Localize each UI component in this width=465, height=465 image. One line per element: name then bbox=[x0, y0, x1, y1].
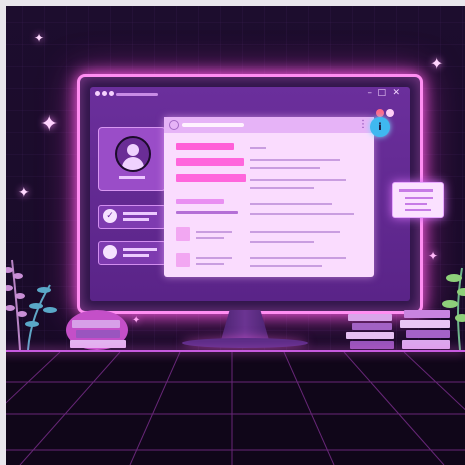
notification-line bbox=[405, 203, 427, 205]
sparkle-icon: ✦ bbox=[18, 185, 30, 201]
content-line bbox=[250, 213, 354, 215]
book bbox=[400, 320, 450, 328]
book bbox=[72, 320, 120, 328]
content-bar bbox=[176, 211, 238, 214]
content-line bbox=[250, 265, 322, 267]
content-line bbox=[250, 187, 314, 189]
content-line bbox=[196, 257, 232, 259]
book bbox=[70, 340, 126, 348]
content-bar bbox=[176, 199, 224, 204]
book bbox=[352, 323, 392, 330]
avatar-body bbox=[122, 157, 144, 170]
plant-left-icon bbox=[3, 259, 57, 350]
notification-card[interactable] bbox=[392, 182, 444, 218]
close-icon[interactable]: ✕ bbox=[392, 88, 400, 98]
sparkle-icon: ✦ bbox=[430, 54, 444, 73]
window-titlebar: – □ ✕ bbox=[90, 87, 410, 101]
book bbox=[346, 332, 394, 339]
monitor-screen: – □ ✕ ✓ ⋮ bbox=[90, 87, 410, 301]
profile-card[interactable] bbox=[98, 127, 166, 191]
window-dot[interactable] bbox=[109, 91, 114, 96]
task-card[interactable]: ✓ bbox=[98, 205, 166, 229]
window-dot[interactable] bbox=[102, 91, 107, 96]
book bbox=[76, 330, 120, 338]
monitor-base bbox=[182, 338, 308, 348]
sparkle-icon: ✦ bbox=[40, 112, 59, 137]
user-line bbox=[123, 248, 157, 251]
maximize-icon[interactable]: □ bbox=[377, 88, 386, 98]
content-line bbox=[250, 159, 340, 161]
avatar-head bbox=[127, 144, 139, 156]
sparkle-icon: ✦ bbox=[132, 315, 141, 326]
book bbox=[402, 340, 450, 349]
browser-toolbar: ⋮ bbox=[164, 117, 374, 133]
browser-panel: ⋮ bbox=[164, 117, 374, 277]
status-badge[interactable] bbox=[376, 109, 384, 117]
menu-icon[interactable]: ⋮ bbox=[358, 119, 368, 130]
content-line bbox=[196, 231, 232, 233]
task-line bbox=[123, 218, 149, 221]
task-line bbox=[123, 212, 157, 215]
book bbox=[348, 314, 392, 321]
info-icon[interactable]: i bbox=[370, 117, 390, 137]
titlebar-bar bbox=[116, 93, 158, 96]
content-square bbox=[176, 253, 190, 267]
content-line bbox=[250, 231, 340, 233]
notification-line bbox=[405, 209, 431, 211]
user-icon bbox=[103, 245, 117, 259]
floor-grid bbox=[0, 352, 465, 465]
address-bar[interactable] bbox=[182, 123, 244, 127]
sparkle-icon: ✦ bbox=[34, 31, 45, 45]
monitor: – □ ✕ ✓ ⋮ i bbox=[77, 74, 423, 314]
content-line bbox=[250, 257, 346, 259]
user-line bbox=[123, 254, 149, 257]
content-bar bbox=[176, 158, 244, 166]
content-line bbox=[250, 179, 346, 181]
profile-name-line bbox=[119, 176, 145, 179]
illustration-scene: ✦ ✦ ✦ ✦ ✦ ✦ ✦ ✦ ✦ – □ ✕ bbox=[0, 0, 465, 465]
content-line bbox=[250, 147, 266, 149]
content-line bbox=[250, 167, 320, 169]
check-icon: ✓ bbox=[103, 209, 117, 223]
notification-line bbox=[405, 197, 433, 199]
window-dot[interactable] bbox=[95, 91, 100, 96]
book bbox=[404, 310, 450, 318]
book bbox=[406, 330, 450, 338]
book bbox=[350, 341, 394, 349]
content-bar bbox=[176, 143, 234, 150]
user-card[interactable] bbox=[98, 241, 166, 265]
notification-line bbox=[399, 189, 433, 192]
content-line bbox=[250, 203, 332, 205]
content-line bbox=[196, 263, 224, 265]
minimize-icon[interactable]: – bbox=[368, 88, 373, 98]
back-icon[interactable] bbox=[169, 120, 179, 130]
content-square bbox=[176, 227, 190, 241]
avatar bbox=[115, 136, 151, 172]
content-bar bbox=[176, 174, 246, 182]
content-line bbox=[196, 237, 224, 239]
content-line bbox=[250, 241, 314, 243]
status-badge[interactable] bbox=[386, 109, 394, 117]
